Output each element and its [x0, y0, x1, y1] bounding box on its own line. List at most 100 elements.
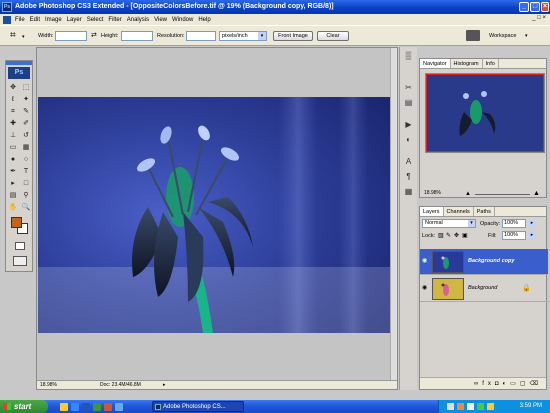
width-input[interactable]: [55, 31, 87, 41]
brush-tool-icon[interactable]: ✐: [20, 118, 32, 129]
character-icon[interactable]: A: [403, 156, 415, 168]
quicklaunch-browser-icon[interactable]: [71, 403, 79, 411]
lock-position-icon[interactable]: ✥: [454, 232, 459, 239]
resolution-unit-select[interactable]: pixels/inch ▾: [219, 31, 267, 41]
tab-layers[interactable]: Layers: [420, 207, 444, 216]
lock-transparent-icon[interactable]: ▨: [438, 232, 444, 239]
vertical-scrollbar[interactable]: [390, 48, 397, 381]
start-button[interactable]: start: [0, 400, 48, 413]
eraser-tool-icon[interactable]: ▭: [7, 142, 19, 153]
clock[interactable]: 3:59 PM: [520, 400, 542, 413]
front-image-button[interactable]: Front Image: [273, 31, 313, 41]
opacity-arrow-icon[interactable]: ▸: [528, 219, 536, 228]
navigator-zoom[interactable]: 18.98%: [424, 190, 441, 196]
visibility-eye-icon[interactable]: ◉: [422, 258, 429, 265]
menu-filter[interactable]: Filter: [108, 17, 121, 23]
fill-arrow-icon[interactable]: ▸: [528, 231, 536, 240]
resolution-input[interactable]: [186, 31, 216, 41]
tools-icon[interactable]: ✂: [403, 82, 415, 94]
blur-tool-icon[interactable]: ●: [7, 154, 19, 165]
zoom-in-icon[interactable]: ▲: [533, 190, 540, 197]
doc-window-controls[interactable]: _ □ ×: [532, 15, 546, 21]
opacity-input[interactable]: 100%: [502, 219, 526, 228]
tray-volume-icon[interactable]: [467, 403, 474, 410]
slice-tool-icon[interactable]: ✎: [20, 106, 32, 117]
quicklaunch-desktop-icon[interactable]: [115, 403, 123, 411]
swap-icon[interactable]: ⇄: [91, 31, 97, 39]
maximize-button[interactable]: □: [530, 2, 540, 12]
marquee-tool-icon[interactable]: ⬚: [20, 82, 32, 93]
delete-layer-icon[interactable]: ⌫: [530, 381, 542, 387]
minimize-button[interactable]: _: [519, 2, 529, 12]
link-layers-icon[interactable]: ∞: [474, 381, 482, 387]
lock-all-icon[interactable]: ▣: [462, 232, 468, 239]
fill-input[interactable]: 100%: [502, 231, 526, 240]
menu-window[interactable]: Window: [172, 17, 193, 23]
menu-help[interactable]: Help: [198, 17, 210, 23]
view-area-frame[interactable]: [426, 74, 544, 152]
menu-edit[interactable]: Edit: [30, 17, 40, 23]
tray-app-icon[interactable]: [477, 403, 484, 410]
blend-mode-select[interactable]: Normal ▾: [422, 219, 476, 228]
type-tool-icon[interactable]: T: [20, 166, 32, 177]
layer-name[interactable]: Background copy: [468, 258, 514, 264]
tab-channels[interactable]: Channels: [444, 207, 474, 216]
actions-icon[interactable]: ▶: [403, 119, 415, 131]
dodge-tool-icon[interactable]: ○: [20, 154, 32, 165]
image-canvas[interactable]: [38, 97, 390, 333]
quicklaunch-media-icon[interactable]: [104, 403, 112, 411]
screen-mode-button[interactable]: [13, 256, 27, 266]
clone-stamp-tool-icon[interactable]: ⊥: [7, 130, 19, 141]
crop-tool-icon[interactable]: ⌗: [10, 30, 16, 41]
menu-analysis[interactable]: Analysis: [127, 17, 149, 23]
styles-icon[interactable]: ◐: [403, 134, 415, 146]
tray-security-icon[interactable]: [457, 403, 464, 410]
quicklaunch-excel-icon[interactable]: [93, 403, 101, 411]
quicklaunch-word-icon[interactable]: [82, 403, 90, 411]
quicklaunch-explorer-icon[interactable]: [60, 403, 68, 411]
shape-tool-icon[interactable]: □: [20, 178, 32, 189]
notes-icon[interactable]: ▦: [403, 186, 415, 198]
clear-button[interactable]: Clear: [317, 31, 349, 41]
visibility-eye-icon[interactable]: ◉: [422, 285, 429, 292]
workspace-label[interactable]: Workspace: [489, 33, 516, 39]
toolbox-grip[interactable]: [6, 61, 32, 65]
tab-histogram[interactable]: Histogram: [451, 59, 483, 68]
eyedropper-tool-icon[interactable]: ⚲: [20, 190, 32, 201]
status-arrow-icon[interactable]: ▸: [163, 381, 166, 389]
layer-row-background-copy[interactable]: ◉ Background copy: [420, 249, 548, 275]
layer-style-icon[interactable]: fx: [482, 381, 495, 387]
zoom-out-icon[interactable]: ▲: [465, 191, 471, 197]
layer-name[interactable]: Background: [468, 285, 497, 291]
lock-image-icon[interactable]: ✎: [446, 232, 451, 239]
layer-row-background[interactable]: ◉ Background 🔒: [420, 276, 548, 302]
zoom-slider[interactable]: [475, 194, 530, 195]
navigator-thumbnail[interactable]: [425, 73, 545, 153]
path-selection-tool-icon[interactable]: ▸: [7, 178, 19, 189]
tray-network-icon[interactable]: [447, 403, 454, 410]
brushes-palette-icon[interactable]: [466, 30, 480, 41]
group-icon[interactable]: ▭: [510, 381, 520, 387]
gradient-tool-icon[interactable]: ▦: [20, 142, 32, 153]
crop-tool-icon[interactable]: ⌗: [7, 106, 19, 117]
foreground-color-swatch[interactable]: [11, 217, 22, 228]
workspace-chevron-icon[interactable]: ▾: [525, 33, 528, 39]
history-icon[interactable]: ▤: [403, 97, 415, 109]
healing-brush-tool-icon[interactable]: ✚: [7, 118, 19, 129]
tray-update-icon[interactable]: [487, 403, 494, 410]
close-button[interactable]: ×: [541, 2, 549, 12]
height-input[interactable]: [121, 31, 153, 41]
notes-tool-icon[interactable]: ▤: [7, 190, 19, 201]
taskbar-item-photoshop[interactable]: Adobe Photoshop CS...: [152, 401, 244, 412]
magic-wand-tool-icon[interactable]: ✦: [20, 94, 32, 105]
lasso-tool-icon[interactable]: ℓ: [7, 94, 19, 105]
paragraph-icon[interactable]: ¶: [403, 171, 415, 183]
tab-navigator[interactable]: Navigator: [420, 59, 451, 68]
quick-mask-button[interactable]: [15, 242, 25, 250]
move-tool-icon[interactable]: ✥: [7, 82, 19, 93]
zoom-tool-icon[interactable]: 🔍: [20, 202, 32, 213]
menu-layer[interactable]: Layer: [67, 17, 82, 23]
tab-info[interactable]: Info: [483, 59, 499, 68]
menu-select[interactable]: Select: [87, 17, 104, 23]
history-brush-tool-icon[interactable]: ↺: [20, 130, 32, 141]
